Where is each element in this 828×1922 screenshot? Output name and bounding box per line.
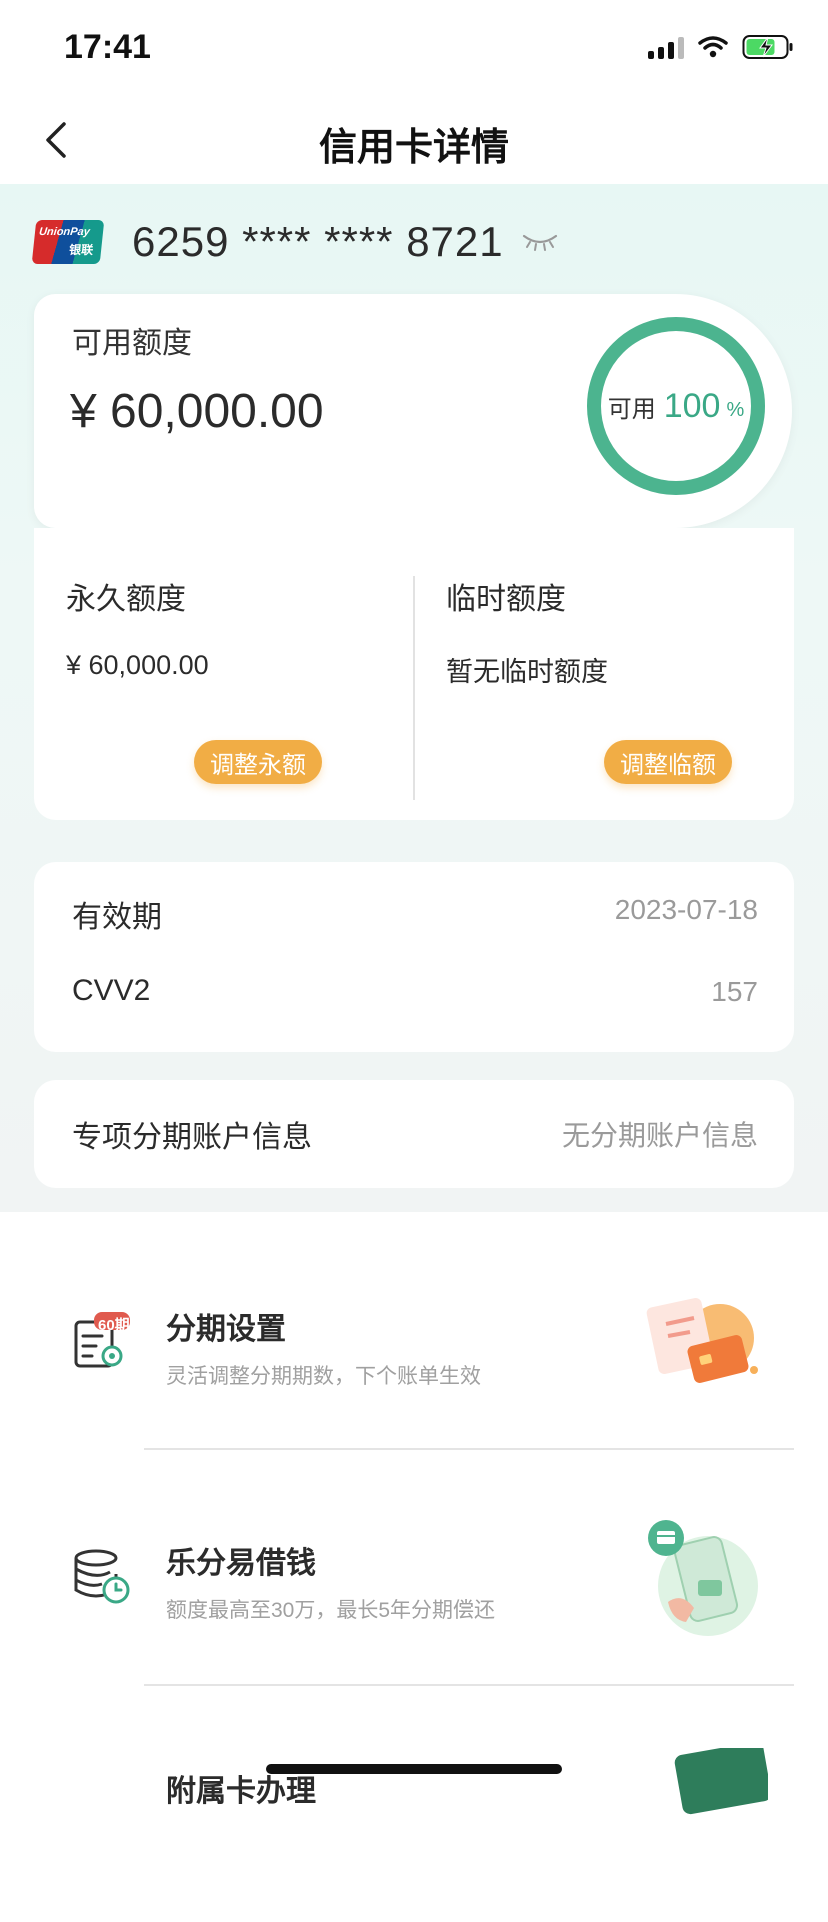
ring-percent: 100 [663,386,721,425]
cvv-value: 157 [711,976,758,1007]
status-time: 17:41 [64,28,151,66]
installment-badge: 60期 [98,1317,130,1334]
available-credit-card: 可用额度 ¥ 60,000.00 可用 100 % [34,294,792,528]
page-title: 信用卡详情 [318,127,509,169]
service-desc-loan: 额度最高至30万，最长5年分期偿还 [166,1599,496,1622]
eye-closed-icon[interactable] [522,232,558,252]
temporary-limit-title: 临时额度 [446,583,566,616]
unionpay-logo-text: UnionPay [38,226,91,238]
service-item-installment-settings[interactable]: 60期 分期设置 灵活调整分期期数，下个账单生效 [0,1212,828,1448]
validity-label: 有效期 [72,901,162,934]
permanent-limit-value: ¥ 60,000.00 [66,650,209,680]
service-desc-installment-settings: 灵活调整分期期数，下个账单生效 [166,1365,481,1388]
ring-center-text: 可用 100 % [586,316,766,496]
battery-charging-icon [742,35,793,59]
nav-bar: 信用卡详情 [0,96,828,184]
card-number-row: UnionPay 银联 6259 **** **** 8721 [31,214,794,270]
installment-account-label: 专项分期账户信息 [72,1121,312,1154]
unionpay-logo: UnionPay 银联 [31,220,105,264]
card-details-card: 有效期 2023-07-18 CVV2 157 [34,862,794,1052]
card-summary-section: UnionPay 银联 6259 **** **** 8721 可用额度 ¥ 6… [0,184,828,1212]
service-title-loan: 乐分易借钱 [166,1547,316,1580]
status-icons [648,34,794,60]
available-credit-label: 可用额度 [72,327,192,360]
ring-available-label: 可用 [607,395,656,423]
card-number: 6259 **** **** 8721 [132,218,504,265]
unionpay-logo-cn: 银联 [68,243,94,257]
installment-account-value: 无分期账户信息 [561,1120,758,1151]
ring-percent-unit: % [726,398,745,421]
status-bar: 17:41 [0,0,828,96]
limits-card: 永久额度 ¥ 60,000.00 调整永额 临时额度 暂无临时额度 调整临额 [34,528,794,820]
service-item-loan[interactable]: 乐分易借钱 额度最高至30万，最长5年分期偿还 [0,1450,828,1686]
validity-value: 2023-07-18 [614,894,758,925]
temporary-limit-section: 临时额度 暂无临时额度 调整临额 [414,528,794,820]
service-title-installment-settings: 分期设置 [166,1313,286,1346]
temporary-limit-value: 暂无临时额度 [446,657,608,687]
cvv-label: CVV2 [72,974,151,1007]
adjust-temporary-limit-button[interactable]: 调整临额 [604,740,732,784]
permanent-limit-title: 永久额度 [66,583,186,616]
cellular-signal-icon [648,35,684,59]
adjust-permanent-limit-button[interactable]: 调整永额 [194,740,322,784]
services-list: 60期 分期设置 灵活调整分期期数，下个账单生效 乐分易借钱 额度最高至30万，… [0,1212,828,1815]
installment-account-row[interactable]: 专项分期账户信息 无分期账户信息 [34,1080,794,1188]
home-indicator [266,1764,562,1774]
loan-illustration [648,1520,758,1636]
available-credit-amount: ¥ 60,000.00 [70,385,324,438]
loan-coins-icon [74,1549,130,1604]
wifi-icon [698,36,728,58]
installment-illustration [646,1298,758,1383]
permanent-limit-section: 永久额度 ¥ 60,000.00 调整永额 [34,528,414,820]
supplementary-card-illustration [674,1748,768,1815]
service-item-supplementary-card[interactable]: 附属卡办理 [0,1686,828,1922]
